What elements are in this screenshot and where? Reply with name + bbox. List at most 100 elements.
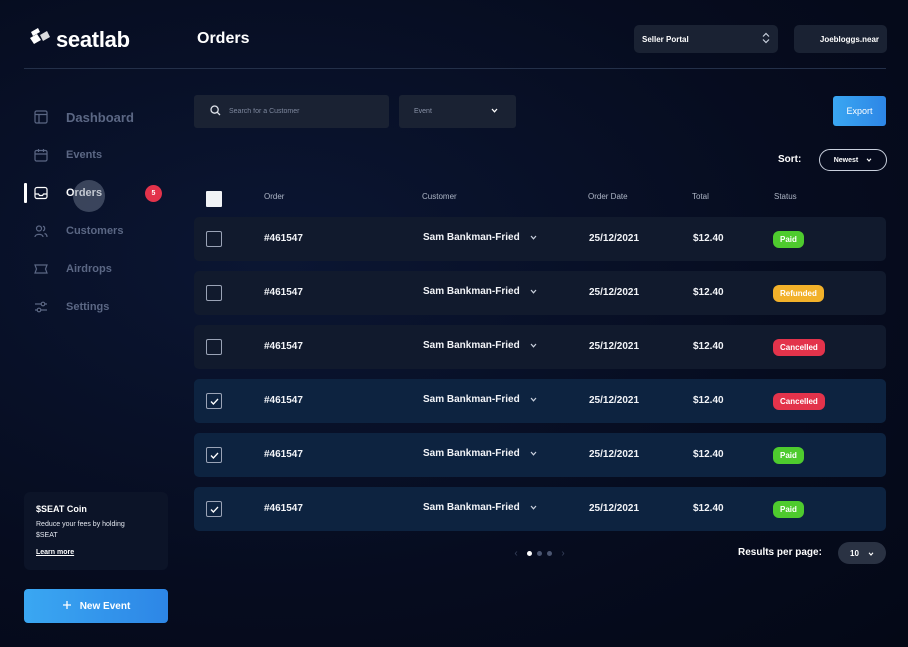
customer-dropdown[interactable]: Sam Bankman-Fried <box>423 502 537 513</box>
calendar-icon <box>33 147 49 163</box>
customer-name: Sam Bankman-Fried <box>423 394 520 405</box>
row-checkbox[interactable] <box>206 285 222 301</box>
coin-description: Reduce your fees by holding $SEAT <box>36 521 125 539</box>
cursor-hover-indicator <box>73 180 105 212</box>
order-date: 25/12/2021 <box>589 341 640 352</box>
select-all-checkbox[interactable] <box>206 191 222 207</box>
sidebar-item-label: Dashboard <box>66 109 134 125</box>
customer-dropdown[interactable]: Sam Bankman-Fried <box>423 340 537 351</box>
prev-page-icon[interactable]: ‹ <box>510 548 522 559</box>
status-badge: Cancelled <box>773 339 825 356</box>
results-per-page-label: Results per page: <box>738 547 822 558</box>
customer-dropdown[interactable]: Sam Bankman-Fried <box>423 232 537 243</box>
customer-name: Sam Bankman-Fried <box>423 502 520 513</box>
page-title: Orders <box>197 30 250 47</box>
row-checkbox[interactable] <box>206 447 222 463</box>
sidebar-item-label: Customers <box>66 225 124 237</box>
order-id[interactable]: #461547 <box>264 503 303 514</box>
order-date: 25/12/2021 <box>589 233 640 244</box>
export-button[interactable]: Export <box>833 96 886 126</box>
chevron-down-icon <box>530 235 537 240</box>
order-total: $12.40 <box>693 395 724 406</box>
chevron-down-icon <box>530 397 537 402</box>
column-header-total[interactable]: Total <box>692 192 709 201</box>
order-id[interactable]: #461547 <box>264 449 303 460</box>
order-total: $12.40 <box>693 503 724 514</box>
portal-select[interactable]: Seller Portal <box>634 25 778 53</box>
username: Joebloggs.near <box>819 34 879 44</box>
column-header-order-date[interactable]: Order Date <box>588 192 628 201</box>
table-row[interactable]: #461547 Sam Bankman-Fried 25/12/2021 $12.40… <box>194 325 886 369</box>
dashboard-icon <box>33 109 49 125</box>
status-badge: Paid <box>773 231 804 248</box>
table-row[interactable]: #461547 Sam Bankman-Fried 25/12/2021 $12.40… <box>194 271 886 315</box>
brand-logo[interactable]: seatlab <box>28 26 130 53</box>
chevron-down-icon <box>530 451 537 456</box>
chevron-down-icon <box>530 289 537 294</box>
sidebar-item-customers[interactable]: Customers <box>24 219 174 243</box>
sidebar-item-label: Airdrops <box>66 263 112 275</box>
brand-name: seatlab <box>56 26 130 52</box>
customer-name: Sam Bankman-Fried <box>423 448 520 459</box>
results-per-page-select[interactable]: 10 <box>838 542 886 564</box>
column-header-status[interactable]: Status <box>774 192 797 201</box>
row-checkbox[interactable] <box>206 501 222 517</box>
status-badge: Refunded <box>773 285 824 302</box>
chevron-down-icon <box>530 505 537 510</box>
customer-name: Sam Bankman-Fried <box>423 286 520 297</box>
page-dot[interactable] <box>537 551 542 556</box>
sidebar-item-dashboard[interactable]: Dashboard <box>24 105 174 129</box>
search-input[interactable] <box>229 108 379 115</box>
row-checkbox[interactable] <box>206 339 222 355</box>
order-id[interactable]: #461547 <box>264 341 303 352</box>
order-total: $12.40 <box>693 233 724 244</box>
row-checkbox[interactable] <box>206 231 222 247</box>
next-page-icon[interactable]: › <box>557 548 569 559</box>
order-date: 25/12/2021 <box>589 449 640 460</box>
new-event-button[interactable]: New Event <box>24 589 168 623</box>
column-header-customer[interactable]: Customer <box>422 192 457 201</box>
order-id[interactable]: #461547 <box>264 287 303 298</box>
sidebar-item-airdrops[interactable]: Airdrops <box>24 257 174 281</box>
status-badge: Paid <box>773 447 804 464</box>
table-row[interactable]: #461547 Sam Bankman-Fried 25/12/2021 $12.40… <box>194 379 886 423</box>
chevron-down-icon <box>868 549 874 558</box>
results-per-page-value: 10 <box>850 548 859 558</box>
plus-icon <box>62 600 72 613</box>
order-id[interactable]: #461547 <box>264 395 303 406</box>
page-dot[interactable] <box>527 551 532 556</box>
coin-title: $SEAT Coin <box>36 504 87 514</box>
checkmark-icon <box>210 452 218 459</box>
table-row[interactable]: #461547 Sam Bankman-Fried 25/12/2021 $12.40… <box>194 487 886 531</box>
user-account-button[interactable]: Joebloggs.near <box>794 25 887 53</box>
users-icon <box>33 223 49 239</box>
sidebar-item-events[interactable]: Events <box>24 143 174 167</box>
customer-search[interactable] <box>194 95 389 128</box>
order-date: 25/12/2021 <box>589 395 640 406</box>
table-row[interactable]: #461547 Sam Bankman-Fried 25/12/2021 $12.40… <box>194 217 886 261</box>
customer-dropdown[interactable]: Sam Bankman-Fried <box>423 394 537 405</box>
event-filter-select[interactable]: Event <box>399 95 516 128</box>
row-checkbox[interactable] <box>206 393 222 409</box>
event-filter-value: Event <box>414 108 432 115</box>
chevron-down-icon <box>491 108 498 115</box>
order-total: $12.40 <box>693 449 724 460</box>
seatlab-logo-icon <box>28 26 52 53</box>
sidebar-item-settings[interactable]: Settings <box>24 295 174 319</box>
table-row[interactable]: #461547 Sam Bankman-Fried 25/12/2021 $12.40… <box>194 433 886 477</box>
customer-dropdown[interactable]: Sam Bankman-Fried <box>423 286 537 297</box>
order-total: $12.40 <box>693 287 724 298</box>
order-total: $12.40 <box>693 341 724 352</box>
checkmark-icon <box>210 398 218 405</box>
column-header-order[interactable]: Order <box>264 192 284 201</box>
header-divider <box>24 68 886 69</box>
order-id[interactable]: #461547 <box>264 233 303 244</box>
customer-dropdown[interactable]: Sam Bankman-Fried <box>423 448 537 459</box>
learn-more-link[interactable]: Learn more <box>36 549 74 556</box>
chevron-down-icon <box>530 343 537 348</box>
sidebar-item-label: Settings <box>66 301 110 313</box>
page-dot[interactable] <box>547 551 552 556</box>
inbox-icon <box>33 185 49 201</box>
sort-select[interactable]: Newest <box>819 149 887 171</box>
pagination: ‹ › <box>510 548 569 559</box>
